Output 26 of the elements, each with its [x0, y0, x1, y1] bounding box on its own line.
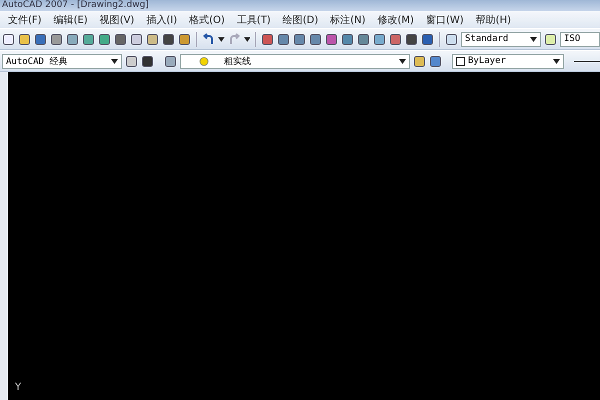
menu-item[interactable]: 文件(F) [8, 12, 42, 26]
dimension-style-dropdown[interactable]: ISO [560, 32, 600, 46]
ucs-y-label: Y [15, 382, 22, 393]
caret-icon [244, 36, 250, 42]
drawing-canvas[interactable]: Y [8, 72, 600, 400]
color-dropdown[interactable]: ByLayer [452, 54, 564, 68]
window-title: AutoCAD 2007 - [Drawing2.dwg] [2, 0, 149, 11]
menu-item[interactable]: 插入(I) [146, 12, 178, 26]
menu-item[interactable]: 修改(M) [378, 12, 414, 26]
menu-item[interactable]: 格式(O) [189, 12, 225, 26]
menu-item[interactable]: 标注(N) [330, 12, 366, 26]
undo-icon[interactable] [202, 32, 215, 46]
menu-item[interactable]: 帮助(H) [476, 12, 511, 26]
menu-item[interactable]: 视图(V) [100, 12, 134, 26]
menu-item[interactable]: 绘图(D) [282, 12, 318, 26]
caret-icon [218, 36, 225, 42]
menu-item[interactable]: 工具(T) [236, 12, 271, 26]
caret-icon [399, 58, 406, 64]
caret-icon [530, 36, 537, 42]
menu-item[interactable]: 编辑(E) [54, 12, 88, 26]
layer-dropdown[interactable]: 粗实线 [180, 54, 410, 68]
menu-item[interactable]: 窗口(W) [426, 12, 464, 26]
caret-icon [553, 58, 560, 64]
caret-icon [111, 58, 118, 64]
workspace-dropdown[interactable]: AutoCAD 经典 [2, 54, 122, 68]
text-style-dropdown[interactable]: Standard [461, 32, 541, 46]
